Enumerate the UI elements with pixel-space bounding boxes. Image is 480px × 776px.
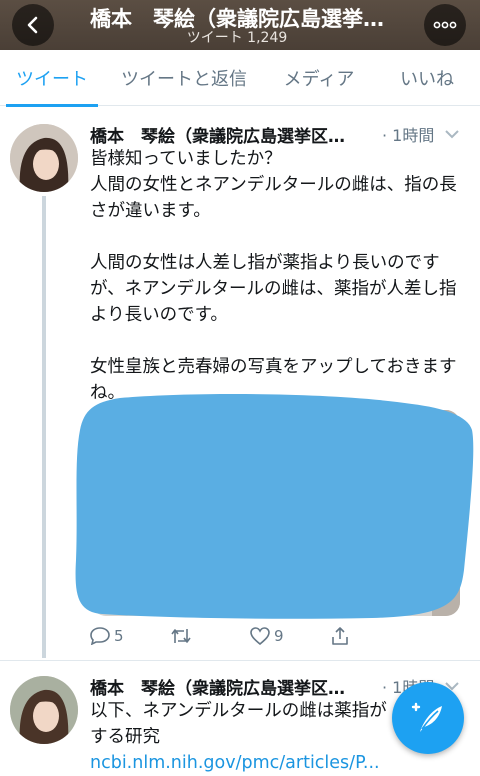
author-name[interactable]: 橋本 琴絵（衆議院広島選挙区… bbox=[90, 674, 380, 699]
compose-tweet-button[interactable] bbox=[392, 682, 464, 754]
compose-feather-icon bbox=[411, 702, 442, 732]
tweet-text-line: 以下、ネアンデルタールの雌は薬指が bbox=[90, 701, 387, 721]
avatar[interactable] bbox=[10, 676, 78, 744]
tweet-link[interactable]: ncbi.nlm.nih.gov/pmc/articles/P... bbox=[90, 753, 380, 773]
tweet-item[interactable]: 橋本 琴絵（衆議院広島選挙区… · 1時間 以下、ネアンデルタールの雌は薬指が … bbox=[0, 0, 480, 776]
tweet-text-line: する研究 bbox=[90, 727, 160, 747]
avatar-photo bbox=[10, 676, 78, 744]
